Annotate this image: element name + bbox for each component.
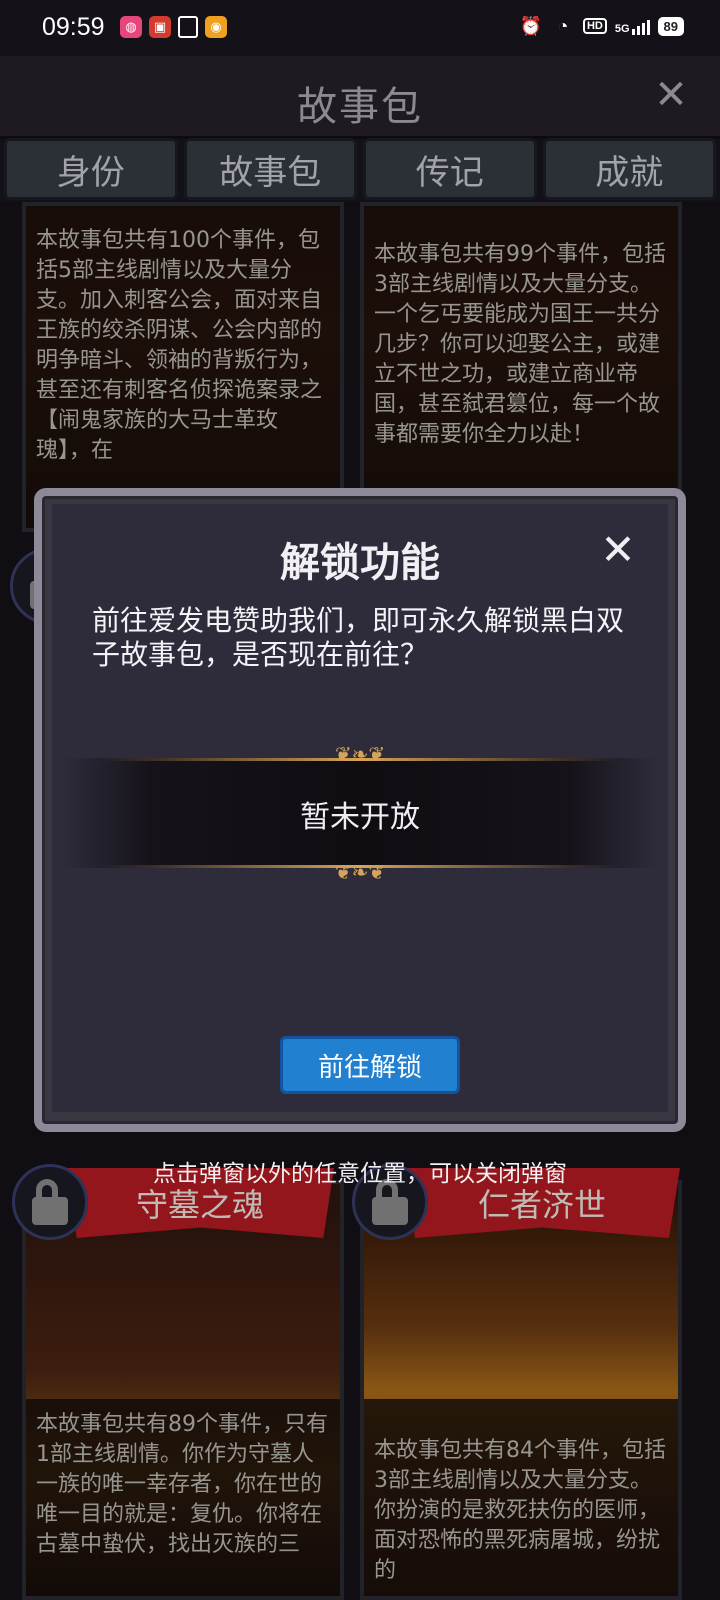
dialog-title: 解锁功能 — [280, 540, 440, 586]
weibo-notification-icon: ◉ — [205, 16, 227, 38]
system-status-icons: ⏰ ◔ HD 5G 89 — [519, 14, 684, 38]
shop-notification-icon: ▣ — [149, 16, 171, 38]
speed-icon: ◔ — [557, 15, 569, 36]
network-type: 5G — [614, 23, 630, 35]
status-banner: ❦❧❦ 暂未开放 ❦❧❦ — [62, 744, 658, 882]
alarm-icon: ⏰ — [519, 15, 543, 36]
ornament-icon: ❦❧❦ — [334, 742, 386, 766]
page-header: 故事包 ✕ — [0, 56, 720, 139]
go-unlock-button[interactable]: 前往解锁 — [280, 1036, 460, 1094]
document-notification-icon — [178, 16, 198, 38]
signal-icon — [631, 17, 650, 35]
status-time: 09:59 — [42, 13, 105, 41]
tab-identity[interactable]: 身份 — [4, 138, 178, 200]
divider — [102, 758, 618, 761]
notification-icons: ◍ ▣ ◉ — [120, 16, 227, 38]
hd-icon: HD — [582, 18, 607, 34]
tab-bar: 身份 故事包 传记 成就 — [0, 138, 720, 202]
tab-biography[interactable]: 传记 — [363, 138, 537, 200]
dismiss-hint: 点击弹窗以外的任意位置，可以关闭弹窗 — [153, 1161, 567, 1187]
banner-label: 暂未开放 — [300, 800, 420, 835]
tab-story-packs[interactable]: 故事包 — [183, 138, 357, 200]
tab-achievements[interactable]: 成就 — [542, 138, 716, 200]
battery-level: 89 — [663, 18, 678, 34]
ornament-icon: ❦❧❦ — [334, 860, 386, 884]
unlock-dialog: 解锁功能 ✕ 前往爱发电赞助我们，即可永久解锁黑白双子故事包，是否现在前往？ ❦… — [34, 488, 686, 1132]
dialog-panel: 解锁功能 ✕ 前往爱发电赞助我们，即可永久解锁黑白双子故事包，是否现在前往？ ❦… — [52, 504, 668, 1112]
status-bar: 09:59 ◍ ▣ ◉ ⏰ ◔ HD 5G 89 — [0, 0, 720, 56]
dialog-message: 前往爱发电赞助我们，即可永久解锁黑白双子故事包，是否现在前往？ — [92, 604, 625, 671]
close-icon[interactable]: ✕ — [594, 526, 642, 574]
page-title: 故事包 — [297, 84, 423, 130]
app-notification-icon: ◍ — [120, 16, 142, 38]
close-icon[interactable]: ✕ — [646, 70, 696, 120]
battery-icon: 89 — [657, 16, 684, 36]
